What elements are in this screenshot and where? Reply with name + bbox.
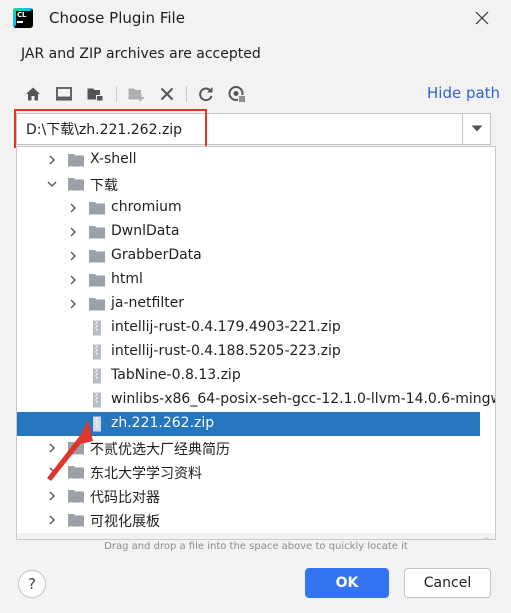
dialog-description: JAR and ZIP archives are accepted — [21, 46, 261, 62]
show-hidden-icon — [228, 86, 246, 102]
folder-icon — [89, 226, 105, 239]
folder-icon — [89, 274, 105, 287]
tree-row[interactable]: 可视化展板 — [17, 508, 480, 532]
chevron-right-icon[interactable] — [65, 248, 81, 264]
tree-row[interactable]: TabNine-0.8.13.zip — [17, 364, 480, 388]
tree-row[interactable]: 代码比对器 — [17, 484, 480, 508]
chevron-right-icon[interactable] — [65, 272, 81, 288]
tree-row[interactable]: X-shell — [17, 148, 480, 172]
chevron-right-icon[interactable] — [44, 464, 60, 480]
zip-file-icon — [93, 392, 101, 408]
folder-icon — [68, 154, 84, 167]
chevron-right-icon[interactable] — [44, 488, 60, 504]
chevron-right-icon[interactable] — [65, 200, 81, 216]
tree-item-label: ja-netfilter — [111, 295, 185, 311]
close-icon — [475, 11, 489, 25]
project-folder-button[interactable] — [83, 82, 107, 106]
tree-row[interactable]: winlibs-x86_64-posix-seh-gcc-12.1.0-llvm… — [17, 388, 495, 412]
tree-row[interactable]: intellij-rust-0.4.179.4903-221.zip — [17, 316, 480, 340]
cancel-button[interactable]: Cancel — [404, 568, 491, 598]
tree-item-label: 不贰优选大厂经典简历 — [90, 442, 230, 458]
folder-icon — [68, 514, 84, 527]
tree-item-label: chromium — [111, 199, 182, 215]
folder-icon — [89, 250, 105, 263]
folder-icon — [68, 490, 84, 503]
tree-row[interactable]: 不贰优选大厂经典简历 — [17, 436, 480, 460]
home-button[interactable] — [21, 82, 45, 106]
tree-row[interactable]: zh.221.262.zip — [17, 412, 480, 436]
refresh-icon — [199, 87, 213, 102]
chevron-right-icon[interactable] — [44, 512, 60, 528]
path-dropdown-button[interactable] — [462, 114, 490, 144]
tree-row[interactable]: GrabberData — [17, 244, 480, 268]
folder-icon — [89, 298, 105, 311]
tree-item-label: DwnlData — [111, 223, 180, 239]
tree-item-label: 东北大学学习资料 — [90, 466, 202, 482]
window-title: Choose Plugin File — [49, 9, 185, 27]
tree-row[interactable]: ja-netfilter — [17, 292, 480, 316]
chevron-down-icon[interactable] — [44, 176, 60, 192]
show-hidden-button[interactable] — [225, 82, 249, 106]
app-logo-icon: CL — [13, 8, 33, 28]
tree-item-label: winlibs-x86_64-posix-seh-gcc-12.1.0-llvm… — [111, 391, 496, 407]
desktop-icon — [56, 87, 72, 101]
tree-item-label: zh.221.262.zip — [111, 415, 215, 431]
chevron-right-icon[interactable] — [44, 440, 60, 456]
tree-item-label: html — [111, 271, 143, 287]
chevron-right-icon[interactable] — [65, 224, 81, 240]
project-folder-icon — [87, 88, 103, 101]
tree-item-label: 下载 — [90, 178, 118, 194]
delete-button[interactable] — [155, 82, 179, 106]
path-combobox[interactable] — [16, 113, 491, 145]
drag-drop-hint: Drag and drop a file into the space abov… — [104, 541, 408, 552]
tree-item-label: 可视化展板 — [90, 514, 160, 530]
folder-icon — [89, 202, 105, 215]
refresh-button[interactable] — [194, 82, 218, 106]
new-folder-button[interactable] — [124, 82, 148, 106]
tree-item-label: X-shell — [90, 151, 137, 167]
tree-item-label: intellij-rust-0.4.188.5205-223.zip — [111, 343, 341, 359]
folder-icon — [68, 442, 84, 455]
help-button[interactable]: ? — [18, 570, 46, 598]
new-folder-icon — [128, 88, 144, 102]
zip-file-icon — [93, 344, 101, 360]
title-bar: CL Choose Plugin File — [0, 0, 511, 36]
zip-file-icon — [93, 416, 101, 432]
chevron-right-icon[interactable] — [65, 296, 81, 312]
file-tree[interactable]: X-shell 下载 chromium DwnlData GrabberData html… — [16, 146, 496, 540]
tree-row[interactable]: intellij-rust-0.4.188.5205-223.zip — [17, 340, 480, 364]
vertical-scrollbar[interactable] — [482, 537, 490, 539]
ok-button[interactable]: OK — [305, 568, 389, 598]
close-button[interactable] — [470, 6, 494, 30]
home-icon — [26, 87, 40, 101]
zip-file-icon — [93, 368, 101, 384]
path-input[interactable] — [17, 114, 465, 144]
tree-row[interactable]: html — [17, 268, 480, 292]
tree-row[interactable]: 东北大学学习资料 — [17, 460, 480, 484]
folder-icon — [68, 178, 84, 191]
folder-icon — [68, 466, 84, 479]
desktop-button[interactable] — [52, 82, 76, 106]
delete-icon — [160, 87, 174, 101]
tree-item-label: TabNine-0.8.13.zip — [111, 367, 241, 383]
tree-item-label: intellij-rust-0.4.179.4903-221.zip — [111, 319, 341, 335]
hide-path-link[interactable]: Hide path — [427, 84, 500, 102]
chevron-down-icon — [471, 125, 482, 132]
tree-row[interactable]: chromium — [17, 196, 480, 220]
tree-item-label: GrabberData — [111, 247, 202, 263]
zip-file-icon — [93, 320, 101, 336]
tree-row[interactable]: DwnlData — [17, 220, 480, 244]
tree-row[interactable]: 下载 — [17, 172, 480, 196]
chevron-right-icon[interactable] — [44, 152, 60, 168]
tree-item-label: 代码比对器 — [90, 490, 160, 506]
